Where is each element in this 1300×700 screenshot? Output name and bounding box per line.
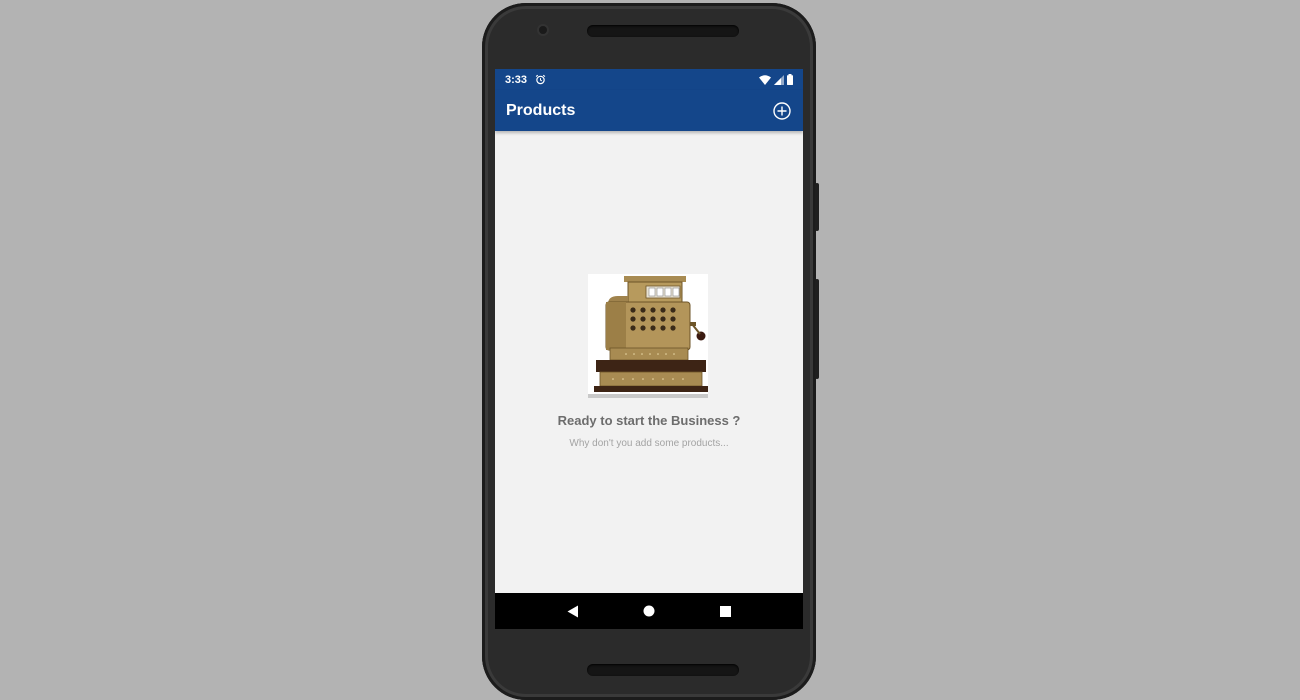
status-bar: 3:33 xyxy=(495,69,803,90)
recents-icon xyxy=(719,605,731,617)
empty-state-title: Ready to start the Business ? xyxy=(557,413,741,428)
status-time: 3:33 xyxy=(505,73,528,86)
screen: 3:33 Products Ready to start the Busines… xyxy=(495,69,803,629)
nav-home-button[interactable] xyxy=(637,599,661,623)
system-nav-bar xyxy=(495,593,803,629)
wifi-icon xyxy=(759,74,771,85)
alarm-icon xyxy=(535,74,546,85)
phone-frame: 3:33 Products Ready to start the Busines… xyxy=(482,3,819,700)
empty-state-subtitle: Why don't you add some products... xyxy=(569,438,729,449)
top-speaker xyxy=(587,25,739,37)
bottom-speaker xyxy=(587,664,739,676)
volume-button xyxy=(815,279,819,379)
home-icon xyxy=(643,605,655,617)
power-button xyxy=(815,183,819,231)
nav-recents-button[interactable] xyxy=(713,599,737,623)
status-icons xyxy=(759,74,793,85)
page-title: Products xyxy=(506,101,576,119)
cash-register-illustration xyxy=(588,274,708,398)
cash-register-icon xyxy=(588,276,708,398)
front-camera xyxy=(539,26,547,34)
add-circle-icon[interactable] xyxy=(772,101,792,121)
app-bar: Products xyxy=(495,90,803,131)
signal-icon xyxy=(774,74,784,85)
back-icon xyxy=(567,605,578,617)
nav-back-button[interactable] xyxy=(561,599,585,623)
battery-icon xyxy=(787,74,793,85)
